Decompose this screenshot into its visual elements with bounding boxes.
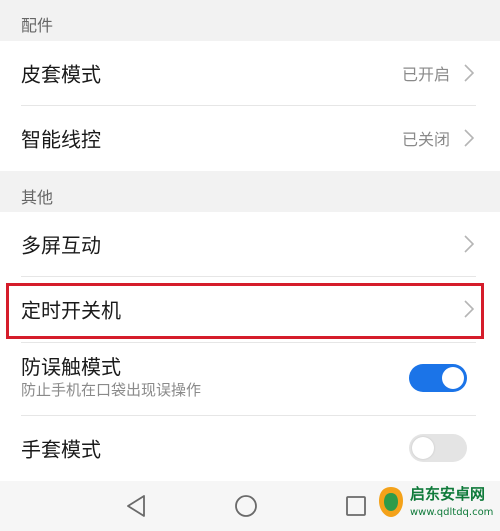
row-multi-screen-label: 多屏互动 <box>21 233 101 258</box>
row-multi-screen[interactable]: 多屏互动 <box>0 212 500 276</box>
row-smart-remote[interactable]: 智能线控 已关闭 <box>0 105 500 171</box>
others-card: 多屏互动 定时开关机 防误触模式 防止手机在口袋出现误操作 手套模式 <box>0 212 500 481</box>
chevron-right-icon <box>464 129 474 147</box>
toggle-knob <box>412 437 434 459</box>
chevron-right-icon <box>464 235 474 253</box>
row-anti-touch-label: 防误触模式 <box>21 355 121 379</box>
accessories-card: 皮套模式 已开启 智能线控 已关闭 <box>0 41 500 171</box>
row-case-mode[interactable]: 皮套模式 已开启 <box>0 41 500 105</box>
row-glove-mode-label: 手套模式 <box>21 437 101 462</box>
glove-mode-toggle[interactable] <box>409 434 467 462</box>
row-glove-mode[interactable]: 手套模式 <box>0 416 500 480</box>
row-case-mode-value: 已开启 <box>401 65 450 84</box>
row-smart-remote-label: 智能线控 <box>21 127 101 152</box>
watermark-url: www.qdltdq.com <box>410 507 494 518</box>
anti-touch-toggle[interactable] <box>409 364 467 392</box>
watermark-logo-icon <box>379 487 403 517</box>
watermark: 启东安卓网 www.qdltdq.com <box>376 481 496 527</box>
row-anti-touch[interactable]: 防误触模式 防止手机在口袋出现误操作 <box>0 343 500 415</box>
chevron-right-icon <box>464 64 474 82</box>
recents-square-icon[interactable] <box>343 493 369 519</box>
row-anti-touch-subtitle: 防止手机在口袋出现误操作 <box>21 381 202 399</box>
section-header-others: 其他 <box>21 188 54 207</box>
section-header-accessories: 配件 <box>21 16 54 35</box>
row-smart-remote-value: 已关闭 <box>401 130 450 149</box>
back-triangle-icon[interactable] <box>124 493 150 519</box>
highlight-box <box>6 283 484 339</box>
home-circle-icon[interactable] <box>233 493 259 519</box>
toggle-knob <box>442 367 464 389</box>
row-case-mode-label: 皮套模式 <box>21 62 101 87</box>
watermark-title: 启东安卓网 <box>410 485 486 503</box>
